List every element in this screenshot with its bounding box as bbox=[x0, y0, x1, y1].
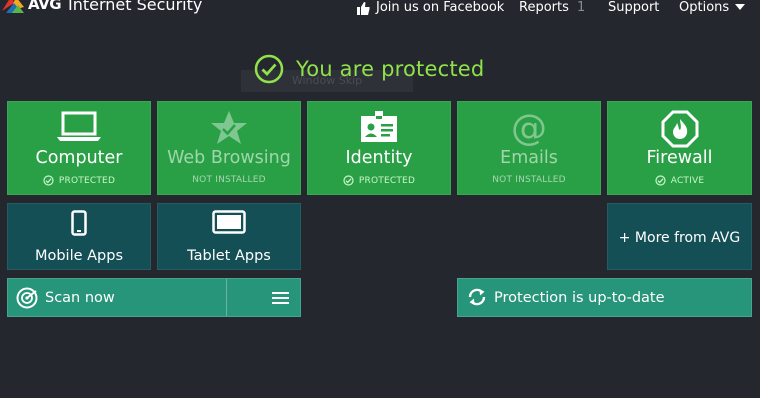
status-text: You are protected bbox=[296, 57, 485, 81]
tablet-icon bbox=[212, 210, 246, 234]
tile-computer[interactable]: Computer PROTECTED bbox=[7, 101, 151, 195]
tile-tablet-apps[interactable]: Tablet Apps bbox=[157, 203, 301, 270]
check-circle-icon bbox=[655, 175, 666, 186]
support-menu[interactable]: Support bbox=[608, 0, 659, 16]
reports-count-badge: 1 bbox=[577, 0, 586, 15]
tile-web-browsing-status: NOT INSTALLED bbox=[158, 175, 300, 185]
smartphone-icon bbox=[71, 210, 87, 236]
laptop-icon bbox=[57, 111, 101, 141]
avg-logo: AVG Internet Security bbox=[0, 0, 202, 15]
tile-computer-title: Computer bbox=[35, 148, 123, 168]
svg-text:@: @ bbox=[511, 110, 547, 146]
avg-logo-icon bbox=[0, 0, 26, 15]
tile-firewall-status: ACTIVE bbox=[608, 175, 751, 186]
thumbs-up-icon bbox=[357, 1, 370, 15]
protection-status: You are protected bbox=[254, 54, 484, 84]
facebook-link-label: Join us on Facebook bbox=[376, 0, 505, 15]
at-sign-icon: @ bbox=[511, 110, 547, 146]
title-bar: AVG Internet Security Join us on Faceboo… bbox=[0, 0, 760, 18]
check-circle-icon bbox=[343, 175, 354, 186]
product-name: Internet Security bbox=[68, 0, 203, 14]
avg-logo-text: AVG bbox=[28, 0, 62, 13]
tile-emails-title: Emails bbox=[500, 148, 558, 168]
menu-icon[interactable] bbox=[272, 291, 289, 305]
scan-radar-icon bbox=[16, 287, 38, 309]
facebook-link[interactable]: Join us on Facebook bbox=[357, 0, 504, 16]
firewall-shield-icon bbox=[661, 110, 698, 148]
tile-identity-status-text: PROTECTED bbox=[358, 175, 416, 186]
more-from-avg-label: + More from AVG bbox=[618, 230, 741, 246]
update-status-button[interactable]: Protection is up-to-date bbox=[457, 278, 752, 317]
tile-computer-status-text: PROTECTED bbox=[58, 175, 116, 186]
tile-mobile-apps-title: Mobile Apps bbox=[34, 248, 124, 264]
tile-firewall-title: Firewall bbox=[646, 148, 713, 168]
tile-identity-title: Identity bbox=[345, 148, 413, 168]
tile-web-browsing-status-text: NOT INSTALLED bbox=[192, 175, 266, 185]
tile-web-browsing-title: Web Browsing bbox=[167, 148, 291, 168]
tile-web-browsing[interactable]: Web Browsing NOT INSTALLED bbox=[157, 101, 301, 195]
tile-identity-status: PROTECTED bbox=[308, 175, 450, 186]
refresh-icon bbox=[468, 288, 486, 306]
scan-now-button[interactable]: Scan now bbox=[7, 278, 301, 317]
tile-emails-status: NOT INSTALLED bbox=[458, 175, 600, 185]
reports-menu[interactable]: Reports bbox=[519, 0, 569, 16]
tile-firewall-status-text: ACTIVE bbox=[670, 175, 705, 186]
chevron-down-icon[interactable] bbox=[735, 4, 745, 10]
tile-tablet-apps-title: Tablet Apps bbox=[187, 248, 271, 264]
update-status-label: Protection is up-to-date bbox=[494, 290, 665, 306]
tile-identity[interactable]: Identity PROTECTED bbox=[307, 101, 451, 195]
star-icon bbox=[211, 111, 247, 144]
id-card-icon bbox=[361, 111, 397, 142]
tile-emails[interactable]: @ Emails NOT INSTALLED bbox=[457, 101, 601, 195]
check-circle-icon bbox=[43, 175, 54, 186]
tile-computer-status: PROTECTED bbox=[8, 175, 150, 186]
more-from-avg-button[interactable]: + More from AVG bbox=[607, 203, 752, 270]
tile-firewall[interactable]: Firewall ACTIVE bbox=[607, 101, 752, 195]
scan-divider bbox=[226, 279, 227, 316]
check-circle-icon bbox=[254, 54, 284, 84]
tile-mobile-apps[interactable]: Mobile Apps bbox=[7, 203, 151, 270]
scan-now-label: Scan now bbox=[45, 290, 115, 306]
options-menu[interactable]: Options bbox=[679, 0, 729, 16]
tile-emails-status-text: NOT INSTALLED bbox=[492, 175, 566, 185]
